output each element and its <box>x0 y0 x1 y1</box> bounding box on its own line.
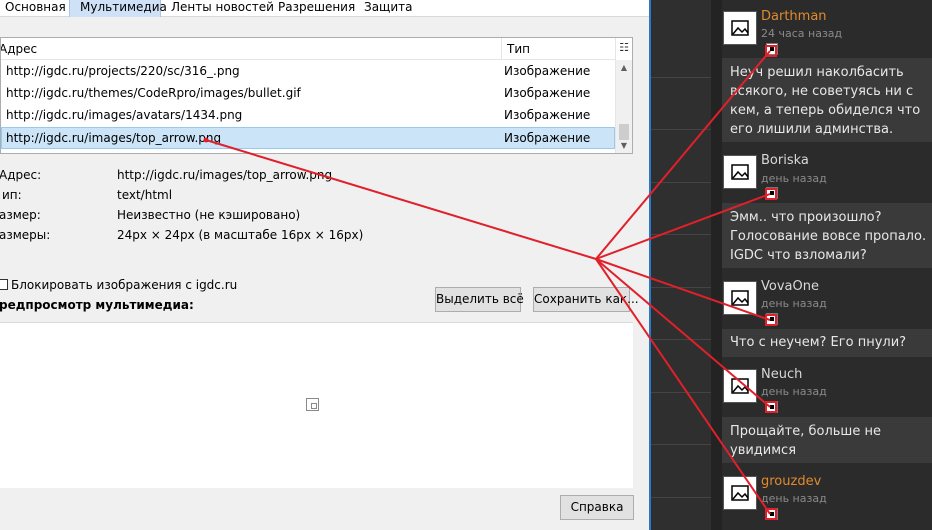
broken-image-icon <box>731 485 749 501</box>
comment-time: 24 часа назад <box>761 27 843 40</box>
type-label: ип: <box>2 188 22 202</box>
dimensions-value: 24px × 24px (в масштабе 16px × 16px) <box>117 228 364 242</box>
comment-time: день назад <box>761 297 827 310</box>
row-address: http://igdc.ru/images/avatars/1434.png <box>6 108 243 122</box>
preview-label: редпросмотр мультимедиа: <box>0 298 194 312</box>
divider <box>651 129 711 130</box>
comment-time: день назад <box>761 492 827 505</box>
divider <box>651 444 711 445</box>
comment-text: Что с неучем? Его пнули? <box>722 329 932 357</box>
row-type: Изображение <box>504 64 591 78</box>
broken-image-icon <box>731 20 749 36</box>
block-images-checkbox[interactable] <box>0 279 8 290</box>
avatar[interactable] <box>723 476 757 510</box>
divider <box>651 497 711 498</box>
size-label: азмер: <box>0 208 41 222</box>
divider <box>651 339 711 340</box>
row-type: Изображение <box>504 86 591 100</box>
column-separator[interactable] <box>501 38 502 60</box>
divider <box>651 234 711 235</box>
column-picker-icon[interactable]: ☷ <box>618 41 630 55</box>
avatar[interactable] <box>723 281 757 315</box>
address-value: http://igdc.ru/images/top_arrow.png <box>117 168 333 182</box>
tab-security[interactable]: Защита <box>364 0 413 17</box>
comment-text: Прощайте, больше не увидимся <box>722 417 932 463</box>
broken-image-icon <box>731 290 749 306</box>
list-header: Адрес Тип <box>1 38 616 60</box>
broken-image-icon <box>731 378 749 394</box>
row-address: http://igdc.ru/images/top_arrow.png <box>6 131 222 145</box>
comment-username[interactable]: Darthman <box>761 9 827 24</box>
list-row-selected[interactable]: http://igdc.ru/images/top_arrow.png Изоб… <box>1 127 615 149</box>
avatar[interactable] <box>723 369 757 403</box>
comment-text: Неуч решил наколбасить всякого, не совет… <box>722 58 932 142</box>
address-label: Адрес: <box>0 168 42 182</box>
rank-badge-icon <box>766 508 778 520</box>
comment-username[interactable]: Neuch <box>761 367 802 382</box>
broken-image-icon <box>731 164 749 180</box>
tab-permissions[interactable]: Разрешения <box>278 0 355 17</box>
size-value: Неизвестно (не кэшировано) <box>117 208 301 222</box>
select-all-button[interactable]: Выделить всё <box>435 287 524 312</box>
rank-badge-icon <box>766 43 778 55</box>
avatar[interactable] <box>723 11 757 45</box>
list-scrollbar[interactable]: ▲ ▼ <box>615 60 632 153</box>
divider <box>651 182 711 183</box>
type-value: text/html <box>117 188 173 202</box>
comment-username[interactable]: Boriska <box>761 153 809 168</box>
help-button[interactable]: Справка <box>560 495 634 520</box>
row-address: http://igdc.ru/themes/CodeRpro/images/bu… <box>6 86 301 100</box>
comment-time: день назад <box>761 385 827 398</box>
comment-username[interactable]: VovaOne <box>761 279 819 294</box>
row-type: Изображение <box>504 131 591 145</box>
comment-text: Эмм.. что произошло? Голосование вовсе п… <box>722 203 932 268</box>
rank-badge-icon <box>766 313 778 325</box>
row-address: http://igdc.ru/projects/220/sc/316_.png <box>6 64 240 78</box>
tab-general[interactable]: Основная <box>5 0 66 17</box>
rank-badge-icon <box>766 187 778 199</box>
list-row[interactable]: http://igdc.ru/projects/220/sc/316_.png … <box>1 61 615 83</box>
column-address[interactable]: Адрес <box>1 42 37 56</box>
media-list[interactable]: Адрес Тип ☷ http://igdc.ru/projects/220/… <box>0 37 633 154</box>
tab-bar: Основная Мультимедиа Ленты новостей Разр… <box>0 0 650 17</box>
column-separator[interactable] <box>615 38 616 60</box>
list-row[interactable]: http://igdc.ru/themes/CodeRpro/images/bu… <box>1 83 615 105</box>
divider <box>651 392 711 393</box>
scroll-down-icon[interactable]: ▼ <box>616 138 632 153</box>
page-info-dialog: Основная Мультимедиа Ленты новостей Разр… <box>0 0 650 530</box>
divider <box>651 77 711 78</box>
panel-gap <box>711 0 722 530</box>
save-as-button[interactable]: Сохранить как... <box>533 287 639 312</box>
comment-time: день назад <box>761 172 827 185</box>
tab-media[interactable]: Мультимедиа <box>69 0 167 17</box>
tab-feeds[interactable]: Ленты новостей <box>171 0 274 17</box>
avatar[interactable] <box>723 155 757 189</box>
comment-username[interactable]: grouzdev <box>761 474 821 489</box>
divider <box>651 287 711 288</box>
dimensions-label: азмеры: <box>0 228 51 242</box>
comments-feed: Darthman 24 часа назад Неуч решил наколб… <box>722 0 932 530</box>
background-panel <box>651 0 711 530</box>
media-preview <box>0 322 633 488</box>
list-row[interactable]: http://igdc.ru/images/avatars/1434.png И… <box>1 105 615 127</box>
rank-badge-icon <box>766 401 778 413</box>
row-type: Изображение <box>504 108 591 122</box>
block-images-label[interactable]: Блокировать изображения с igdc.ru <box>11 278 237 292</box>
preview-image-icon <box>306 398 319 411</box>
column-type[interactable]: Тип <box>507 42 530 56</box>
scroll-up-icon[interactable]: ▲ <box>616 60 632 76</box>
